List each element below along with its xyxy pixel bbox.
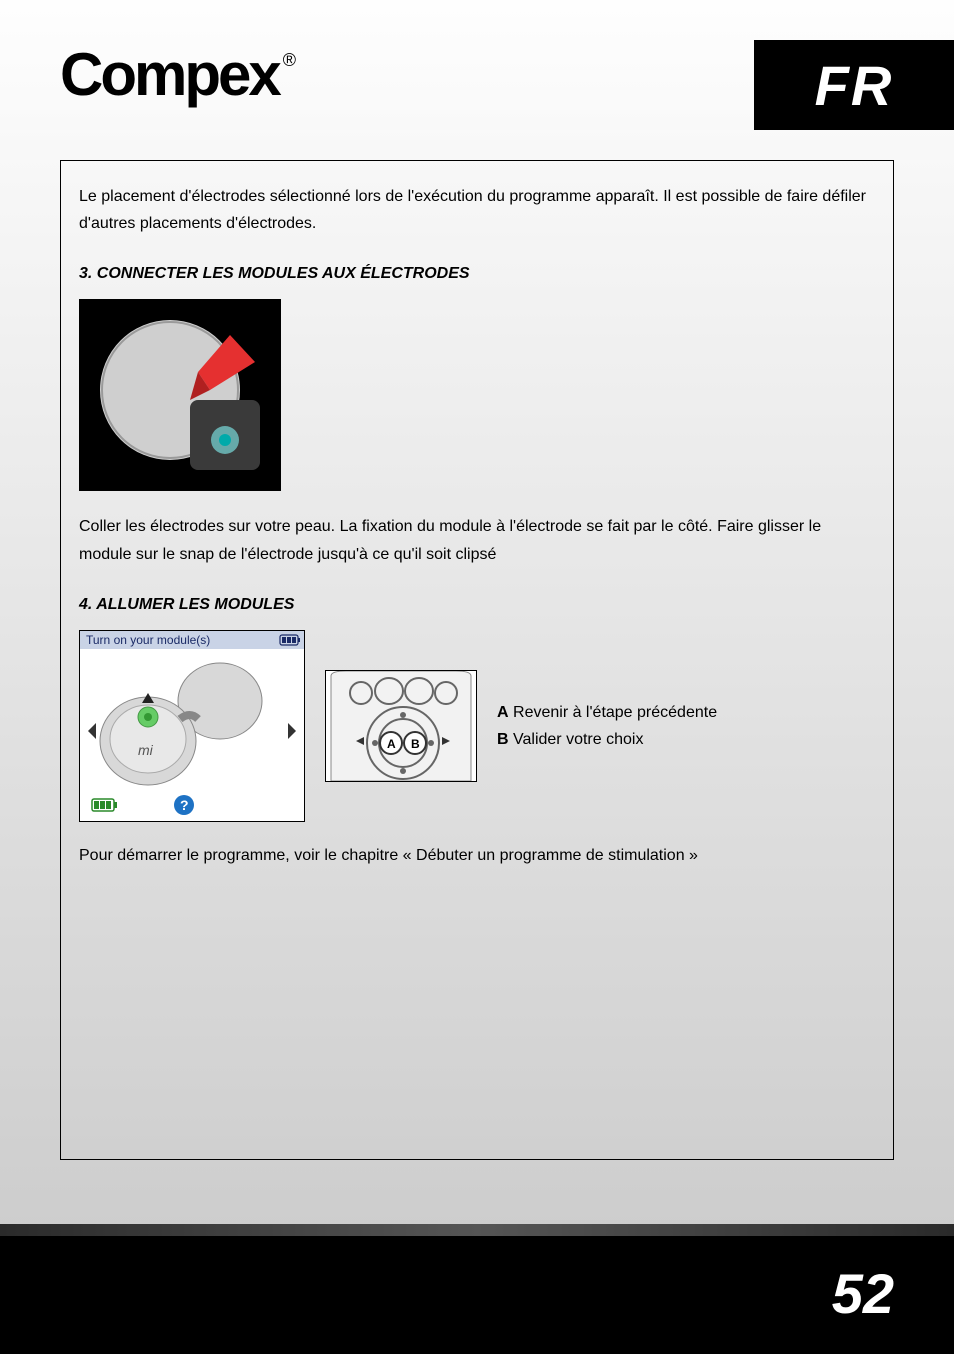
closing-paragraph: Pour démarrer le programme, voir le chap… (79, 842, 875, 869)
content-frame: Le placement d'électrodes sélectionné lo… (60, 160, 894, 1160)
page-footer: 52 (0, 1224, 954, 1354)
figure-4a: Turn on your module(s) mi (79, 630, 305, 822)
language-tab: FR (754, 40, 954, 130)
figure-4-captions: A Revenir à l'étape précédente B Valider… (497, 699, 717, 753)
figure-4b: A B (325, 670, 477, 782)
registered-mark: ® (283, 50, 293, 71)
caption-a: A Revenir à l'étape précédente (497, 699, 717, 726)
button-a-label: A (387, 737, 396, 751)
brand-logo: Compex ® (60, 40, 293, 109)
electrode-module-illustration (80, 300, 280, 490)
button-b-label: B (411, 737, 420, 751)
footer-gradient (0, 1224, 954, 1236)
svg-text:?: ? (180, 797, 189, 813)
caption-a-label: A (497, 704, 509, 721)
section-3-heading: 3. CONNECTER LES MODULES AUX ÉLECTRODES (79, 265, 875, 283)
page-header: Compex ® FR (0, 0, 954, 130)
remote-buttons-illustration: A B (326, 671, 476, 781)
turn-on-module-screen: Turn on your module(s) mi (80, 631, 304, 821)
caption-b-label: B (497, 731, 509, 748)
section-3-paragraph: Coller les électrodes sur votre peau. La… (79, 513, 875, 567)
screen-title-text: Turn on your module(s) (86, 633, 210, 647)
caption-a-text: Revenir à l'étape précédente (509, 704, 718, 721)
section-4-heading: 4. ALLUMER LES MODULES (79, 596, 875, 614)
module-label: mi (138, 742, 154, 758)
caption-b-text: Valider votre choix (509, 731, 644, 748)
intro-paragraph: Le placement d'électrodes sélectionné lo… (79, 183, 875, 237)
brand-name: Compex (60, 40, 279, 109)
figure-4-row: Turn on your module(s) mi (79, 630, 875, 822)
page-number: 52 (832, 1261, 894, 1326)
caption-b: B Valider votre choix (497, 726, 717, 753)
language-code: FR (815, 53, 894, 118)
figure-3 (79, 299, 281, 491)
